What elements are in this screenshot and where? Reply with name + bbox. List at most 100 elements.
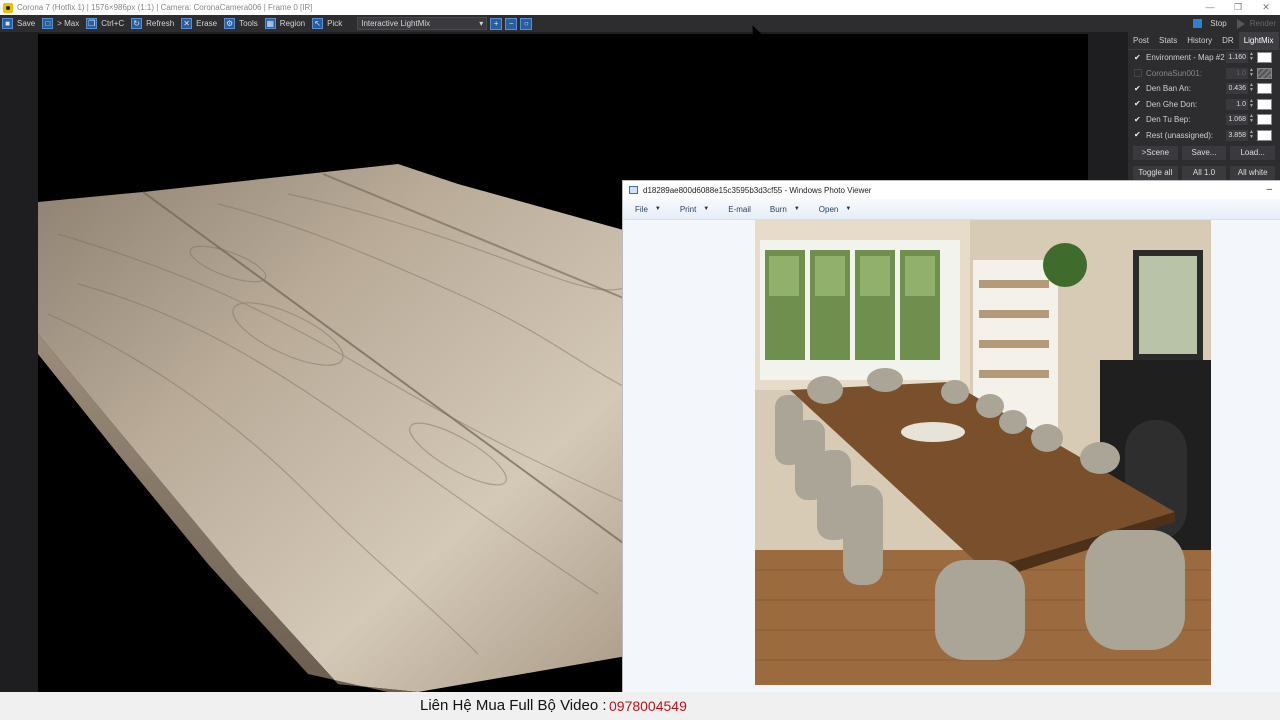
- color-swatch[interactable]: [1257, 98, 1272, 110]
- lightmix-list: ✔ Environment - Map #2 1.160 ▲ ▼ CoronaSun001…: [1128, 50, 1280, 143]
- region-label: Region: [279, 19, 306, 28]
- max-label: > Max: [57, 19, 80, 28]
- contact-label: Liên Hệ Mua Full Bộ Video :: [420, 697, 607, 714]
- menu-print-label: Print: [679, 204, 697, 214]
- lightmix-row: CoronaSun001: 1.0 ▲ ▼: [1128, 66, 1280, 82]
- lightmix-intensity-field[interactable]: 1.160: [1226, 52, 1248, 64]
- menu-burn[interactable]: Burn ▼: [758, 205, 807, 214]
- toggle-all-button[interactable]: Toggle all: [1133, 166, 1178, 180]
- color-swatch[interactable]: [1257, 52, 1272, 64]
- tab-stats[interactable]: Stats: [1154, 32, 1182, 49]
- lightmix-name: Den Tu Bep:: [1146, 115, 1191, 125]
- spinner-arrows-icon[interactable]: ▲ ▼: [1249, 129, 1254, 141]
- vfb-title-text: Corona 7 (Hotfix 1) | 1576×986px (1:1) |…: [17, 3, 313, 12]
- viewer-title-bar: d18289ae800d6088e15c3595b3d3cf55 - Windo…: [623, 181, 1280, 199]
- refresh-icon: ↻: [131, 18, 143, 29]
- refresh-label: Refresh: [146, 19, 175, 28]
- tab-dr[interactable]: DR: [1217, 32, 1239, 49]
- save-button[interactable]: ■ Save: [0, 15, 40, 32]
- photo-viewer-window: d18289ae800d6088e15c3595b3d3cf55 - Windo…: [622, 180, 1280, 696]
- lightmix-checkbox[interactable]: ✔: [1134, 115, 1142, 124]
- all-one-button[interactable]: All 1.0: [1181, 166, 1227, 180]
- menu-email-label: E-mail: [728, 204, 751, 214]
- dining-room-photo[interactable]: [755, 220, 1211, 685]
- zoom-fit-icon[interactable]: ○: [520, 17, 533, 30]
- load-lightmix-button[interactable]: Load...: [1230, 146, 1276, 160]
- zoom-in-icon[interactable]: +: [490, 17, 503, 30]
- lightmix-buttons-row1: >Scene Save... Load...: [1128, 143, 1280, 163]
- erase-button[interactable]: ✕ Erase: [179, 15, 222, 32]
- minimize-icon[interactable]: –: [1266, 184, 1272, 195]
- refresh-button[interactable]: ↻ Refresh: [129, 15, 179, 32]
- lightmix-row: ✔ Den Ghe Don: 1.0 ▲ ▼: [1128, 97, 1280, 113]
- lightmix-intensity-field[interactable]: 1.068: [1226, 114, 1248, 126]
- erase-icon: ✕: [181, 18, 193, 29]
- region-icon: ▦: [264, 18, 276, 29]
- photo-viewer-icon: [629, 186, 638, 194]
- viewer-canvas: [623, 220, 1280, 696]
- color-swatch[interactable]: [1257, 114, 1272, 126]
- minimize-icon[interactable]: —: [1196, 0, 1224, 15]
- spinner-arrows-icon[interactable]: ▲ ▼: [1249, 67, 1254, 79]
- lightmix-intensity-field[interactable]: 1.0: [1226, 67, 1248, 79]
- maximize-icon[interactable]: ❐: [1224, 0, 1252, 15]
- copy-icon: ❐: [86, 18, 98, 29]
- lightmix-row: ✔ Den Tu Bep: 1.068 ▲ ▼: [1128, 112, 1280, 128]
- scene-button[interactable]: >Scene: [1133, 146, 1178, 160]
- viewer-title-text: d18289ae800d6088e15c3595b3d3cf55 - Windo…: [643, 185, 872, 195]
- stop-label: Stop: [1210, 19, 1227, 28]
- tools-icon: ⚙: [224, 18, 236, 29]
- lightmix-panel: Post Stats History DR LightMix ✔ Environm…: [1128, 32, 1280, 182]
- save-label: Save: [17, 19, 36, 28]
- caret-down-icon: ▼: [845, 206, 852, 212]
- lightmix-checkbox[interactable]: ✔: [1134, 84, 1142, 93]
- render-label: Render: [1249, 19, 1276, 28]
- menu-burn-label: Burn: [769, 204, 787, 214]
- dining-room-illustration: [755, 220, 1211, 685]
- spinner-arrows-icon[interactable]: ▲ ▼: [1249, 98, 1254, 110]
- vfb-title-bar: Corona 7 (Hotfix 1) | 1576×986px (1:1) |…: [0, 0, 1280, 15]
- spinner-arrows-icon[interactable]: ▲ ▼: [1249, 114, 1254, 125]
- menu-email[interactable]: E-mail: [716, 205, 758, 214]
- tab-history[interactable]: History: [1182, 32, 1217, 49]
- window-controls: — ❐ ✕: [1196, 0, 1280, 15]
- region-button[interactable]: ▦ Region: [263, 15, 310, 32]
- copy-button[interactable]: ❐ Ctrl+C: [84, 15, 129, 32]
- color-swatch[interactable]: [1257, 129, 1272, 141]
- tab-lightmix[interactable]: LightMix: [1238, 32, 1279, 49]
- menu-open[interactable]: Open ▼: [807, 205, 859, 214]
- caret-down-icon: ▼: [703, 206, 710, 212]
- menu-print[interactable]: Print ▼: [668, 205, 716, 214]
- lightmix-checkbox[interactable]: ✔: [1134, 53, 1142, 62]
- lightmix-checkbox[interactable]: ✔: [1134, 131, 1142, 139]
- tab-post[interactable]: Post: [1128, 32, 1154, 49]
- stop-button[interactable]: Stop: [1187, 19, 1232, 28]
- corona-logo-icon: [3, 2, 13, 13]
- display-mode-select[interactable]: Interactive LightMix ▾: [357, 17, 488, 30]
- spinner-arrows-icon[interactable]: ▲ ▼: [1249, 83, 1254, 94]
- spinner-arrows-icon[interactable]: ▲ ▼: [1249, 52, 1254, 63]
- erase-label: Erase: [196, 19, 218, 28]
- max-icon: □: [42, 18, 54, 29]
- color-swatch[interactable]: [1257, 67, 1272, 79]
- lightmix-name: Den Ghe Don:: [1146, 99, 1198, 109]
- color-swatch[interactable]: [1257, 83, 1272, 95]
- all-white-button[interactable]: All white: [1230, 166, 1276, 180]
- lightmix-intensity-field[interactable]: 0.436: [1226, 83, 1248, 95]
- menu-file[interactable]: File ▼: [623, 205, 668, 214]
- lightmix-checkbox[interactable]: ✔: [1134, 100, 1142, 108]
- max-button[interactable]: □ > Max: [40, 15, 84, 32]
- zoom-out-icon[interactable]: −: [505, 17, 518, 30]
- pick-button[interactable]: ↖ Pick: [310, 15, 347, 32]
- lightmix-intensity-field[interactable]: 1.0: [1226, 98, 1248, 110]
- play-icon: [1236, 18, 1245, 29]
- stop-icon: [1193, 19, 1203, 28]
- save-lightmix-button[interactable]: Save...: [1181, 146, 1227, 160]
- lightmix-checkbox[interactable]: [1134, 69, 1142, 78]
- render-button[interactable]: Render: [1233, 18, 1280, 29]
- lightmix-intensity-field[interactable]: 3.858: [1226, 129, 1248, 141]
- menu-file-label: File: [635, 204, 648, 214]
- close-icon[interactable]: ✕: [1252, 0, 1280, 15]
- menu-open-label: Open: [818, 204, 839, 214]
- tools-button[interactable]: ⚙ Tools: [222, 15, 263, 32]
